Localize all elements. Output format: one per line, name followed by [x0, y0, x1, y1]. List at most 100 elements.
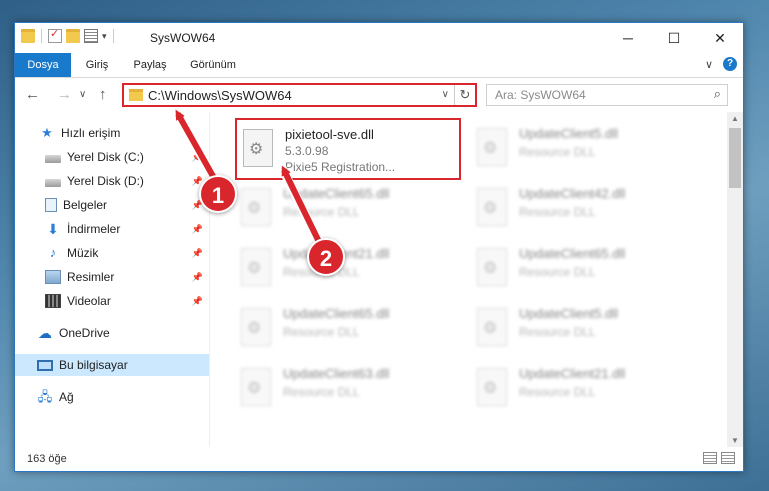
tab-share[interactable]: Paylaş [127, 53, 173, 77]
sidebar-item-label: Yerel Disk (C:) [67, 150, 144, 164]
new-folder-icon[interactable] [66, 29, 80, 43]
sidebar-item-label: Videolar [67, 294, 111, 308]
pane-divider[interactable] [209, 112, 210, 447]
recent-locations-icon[interactable]: ∨ [79, 89, 86, 100]
pictures-icon [45, 270, 61, 284]
star-icon: ★ [41, 125, 53, 140]
scroll-down-icon[interactable]: ▼ [731, 436, 739, 445]
properties-icon[interactable] [84, 29, 98, 43]
videos-icon [45, 294, 61, 308]
dll-file-icon [477, 188, 507, 226]
file-name: UpdateClient42.dll [519, 186, 626, 201]
item-count: 163 öğe [27, 453, 67, 465]
folder-icon [129, 89, 143, 101]
file-item[interactable]: UpdateClient65.dll Resource DLL [237, 180, 457, 236]
forward-arrow-icon[interactable]: → [57, 86, 72, 103]
tab-home[interactable]: Giriş [77, 53, 117, 77]
dll-file-icon [477, 368, 507, 406]
address-path[interactable]: C:\Windows\SysWOW64 [148, 88, 292, 103]
file-name: UpdateClient65.dll [283, 186, 390, 201]
sidebar-item-label: Belgeler [63, 198, 108, 212]
navigation-pane: ★ Hızlı erişim Yerel Disk (C:) 📌 Yerel D… [15, 112, 209, 447]
minimize-button[interactable]: ─ [605, 23, 651, 53]
expand-ribbon-icon[interactable]: ∨ [705, 58, 713, 71]
pin-icon: 📌 [191, 271, 203, 282]
sidebar-item-network[interactable]: 🖧 Ağ [15, 386, 209, 408]
file-item[interactable]: UpdateClient42.dll Resource DLL [473, 180, 693, 236]
step-badge-2: 2 [307, 238, 345, 276]
music-icon: ♪ [49, 245, 57, 260]
sidebar-item-disk-c[interactable]: Yerel Disk (C:) 📌 [15, 146, 209, 168]
search-icon[interactable]: ⌕ [714, 86, 721, 102]
sidebar-item-music[interactable]: ♪ Müzik 📌 [15, 242, 209, 264]
network-icon: 🖧 [37, 389, 53, 404]
file-item-pixietool[interactable]: pixietool-sve.dll 5.3.0.98 Pixie5 Regist… [235, 118, 461, 180]
sidebar-item-this-pc[interactable]: Bu bilgisayar [15, 354, 209, 376]
file-description: Resource DLL [283, 205, 360, 219]
scroll-up-icon[interactable]: ▲ [731, 114, 739, 123]
customize-dropdown-icon[interactable]: ▾ [102, 31, 107, 42]
dll-file-icon [241, 188, 271, 226]
tab-file[interactable]: Dosya [15, 53, 71, 77]
address-dropdown-icon[interactable]: ∨ [442, 89, 449, 100]
pin-icon: 📌 [191, 295, 203, 306]
status-bar: 163 öğe [15, 447, 743, 471]
view-toggle [703, 452, 735, 464]
sidebar-item-label: Ağ [59, 390, 74, 404]
file-description: Resource DLL [519, 145, 596, 159]
file-item[interactable]: UpdateClient21.dll Resource DLL [237, 240, 457, 296]
pin-icon: 📌 [191, 223, 203, 234]
sidebar-item-documents[interactable]: Belgeler 📌 [15, 194, 209, 216]
file-item[interactable]: UpdateClient5.dll Resource DLL [473, 120, 693, 176]
file-item[interactable]: UpdateClient21.dll Resource DLL [473, 360, 693, 416]
file-name: UpdateClient65.dll [519, 246, 626, 261]
navigation-bar: ← → ∨ ↑ C:\Windows\SysWOW64 ∨ ↻ Ara: Sys… [15, 78, 743, 112]
sidebar-item-label: Resimler [67, 270, 115, 284]
sidebar-item-pictures[interactable]: Resimler 📌 [15, 266, 209, 288]
window-title: SysWOW64 [150, 31, 216, 45]
quick-access-toolbar: ▾ [21, 27, 116, 43]
tab-view[interactable]: Görünüm [183, 53, 243, 77]
window-controls: ─ ☐ ✕ [605, 23, 743, 53]
details-view-icon[interactable] [703, 452, 717, 464]
pin-icon: 📌 [191, 247, 203, 258]
maximize-button[interactable]: ☐ [651, 23, 697, 53]
folder-icon[interactable] [21, 29, 35, 43]
dll-file-icon [243, 129, 273, 167]
search-input[interactable]: Ara: SysWOW64 [495, 88, 586, 102]
scroll-thumb[interactable] [729, 128, 741, 188]
dll-file-icon [241, 248, 271, 286]
file-item[interactable]: UpdateClient65.dll Resource DLL [237, 300, 457, 356]
refresh-icon[interactable]: ↻ [454, 85, 475, 105]
step-badge-1: 1 [199, 175, 237, 213]
file-item[interactable]: UpdateClient65.dll Resource DLL [473, 240, 693, 296]
search-box[interactable]: Ara: SysWOW64 ⌕ [486, 84, 728, 106]
dll-file-icon [241, 308, 271, 346]
cloud-icon: ☁ [38, 325, 52, 341]
file-version: 5.3.0.98 [285, 144, 329, 158]
file-description: Resource DLL [519, 385, 596, 399]
ribbon-tabs: Dosya Giriş Paylaş Görünüm ∨ ? [15, 53, 743, 78]
dll-file-icon [477, 308, 507, 346]
file-description: Resource DLL [519, 205, 596, 219]
dll-file-icon [477, 128, 507, 166]
sidebar-item-videos[interactable]: Videolar 📌 [15, 290, 209, 312]
file-item[interactable]: UpdateClient63.dll Resource DLL [237, 360, 457, 416]
help-icon[interactable]: ? [723, 57, 737, 71]
large-icons-view-icon[interactable] [721, 452, 735, 464]
file-item[interactable]: UpdateClient5.dll Resource DLL [473, 300, 693, 356]
sidebar-item-onedrive[interactable]: ☁ OneDrive [15, 322, 209, 344]
address-bar[interactable]: C:\Windows\SysWOW64 ∨ ↻ [122, 83, 477, 107]
sidebar-item-downloads[interactable]: ⬇ İndirmeler 📌 [15, 218, 209, 240]
file-description: Pixie5 Registration... [285, 160, 396, 174]
sidebar-item-label: Hızlı erişim [61, 126, 121, 140]
close-button[interactable]: ✕ [697, 23, 743, 53]
file-name: UpdateClient5.dll [519, 306, 619, 321]
sidebar-item-quick-access[interactable]: ★ Hızlı erişim [15, 122, 209, 144]
sidebar-item-disk-d[interactable]: Yerel Disk (D:) 📌 [15, 170, 209, 192]
up-arrow-icon[interactable]: ↑ [99, 86, 107, 103]
back-arrow-icon[interactable]: ← [25, 86, 40, 103]
vertical-scrollbar[interactable]: ▲ ▼ [727, 112, 743, 447]
dll-file-icon [477, 248, 507, 286]
properties-check-icon[interactable] [48, 27, 62, 43]
